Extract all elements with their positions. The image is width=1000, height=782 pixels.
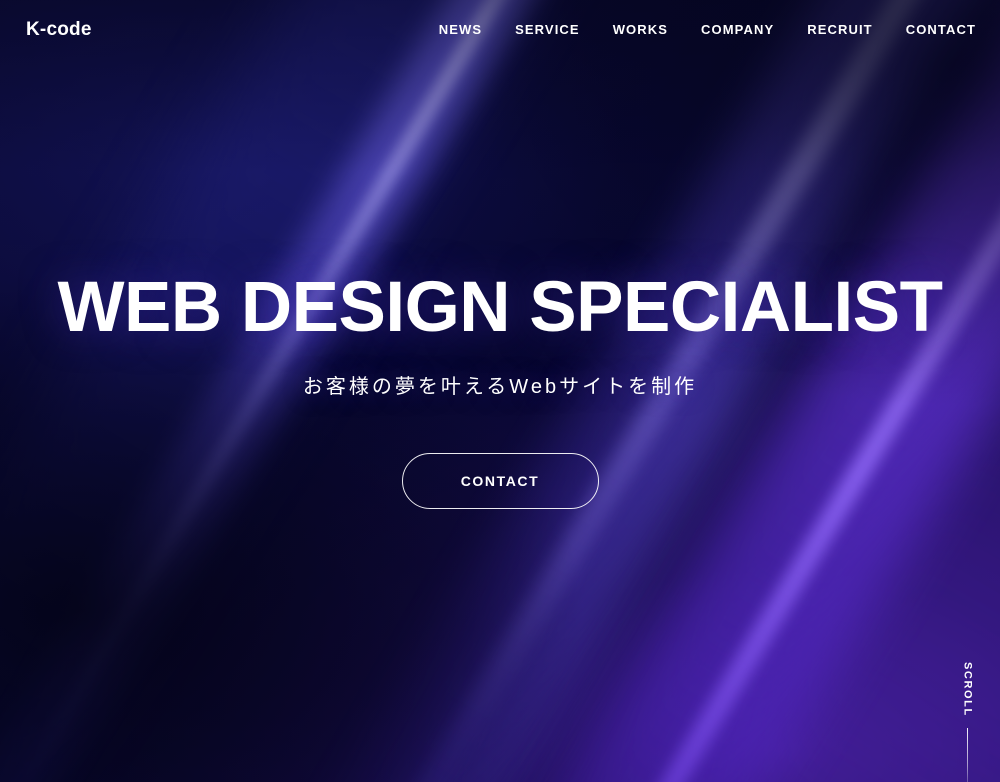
nav-item-contact[interactable]: CONTACT bbox=[906, 23, 976, 36]
hero-section: K-code NEWS SERVICE WORKS COMPANY RECRUI… bbox=[0, 0, 1000, 782]
nav-item-service[interactable]: SERVICE bbox=[515, 23, 580, 36]
hero-content: WEB DESIGN SPECIALIST お客様の夢を叶えるWebサイトを制作… bbox=[0, 0, 1000, 782]
site-logo[interactable]: K-code bbox=[26, 20, 92, 39]
hero-title: WEB DESIGN SPECIALIST bbox=[57, 268, 943, 347]
scroll-line bbox=[966, 727, 968, 782]
scroll-label: SCROLL bbox=[961, 662, 974, 717]
main-navigation: NEWS SERVICE WORKS COMPANY RECRUIT CONTA… bbox=[439, 23, 976, 36]
scroll-indicator[interactable]: SCROLL bbox=[952, 662, 982, 782]
nav-item-works[interactable]: WORKS bbox=[613, 23, 668, 36]
hero-subtitle: お客様の夢を叶えるWebサイトを制作 bbox=[302, 376, 698, 398]
site-header: K-code NEWS SERVICE WORKS COMPANY RECRUI… bbox=[0, 0, 1000, 58]
contact-cta-button[interactable]: CONTACT bbox=[401, 453, 599, 509]
nav-item-recruit[interactable]: RECRUIT bbox=[807, 23, 872, 36]
nav-item-company[interactable]: COMPANY bbox=[701, 23, 774, 36]
nav-item-news[interactable]: NEWS bbox=[439, 23, 482, 36]
